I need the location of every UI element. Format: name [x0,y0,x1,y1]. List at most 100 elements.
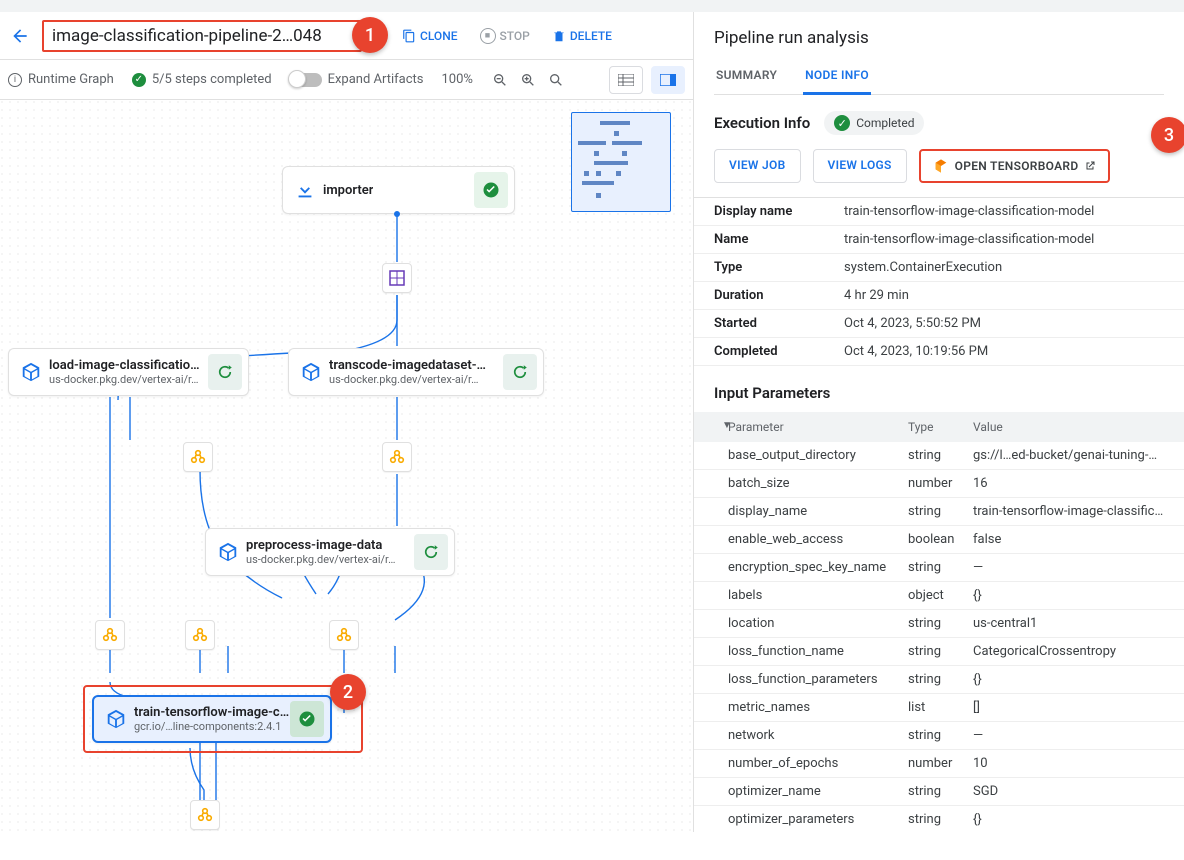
param-row: locationstringus-central1 [694,610,1184,638]
input-params-heading: Input Parameters [694,366,1184,412]
artifact-box[interactable] [382,442,412,472]
tensorboard-icon [933,158,949,174]
kv-value: Oct 4, 2023, 5:50:52 PM [844,316,1164,331]
tab-summary[interactable]: SUMMARY [714,58,779,94]
open-tensorboard-button[interactable]: OPEN TENSORBOARD [919,149,1111,183]
param-name: location [728,616,908,631]
param-name: enable_web_access [728,532,908,547]
artifact-icon [192,627,208,643]
node-sub: us-docker.pkg.dev/vertex-ai/r… [246,553,395,566]
artifact-box[interactable] [329,620,359,650]
annotation-3: 3 [1151,117,1184,153]
param-type: list [908,700,973,715]
param-name: optimizer_name [728,784,908,799]
kv-key: Type [714,260,844,275]
view-panel-button[interactable] [651,66,685,94]
node-title: transcode-imagedataset-… [329,358,486,373]
status-cached-icon [503,354,537,390]
param-name: encryption_spec_key_name [728,560,908,575]
param-name: metric_names [728,700,908,715]
execution-info-heading: Execution Info [714,114,810,132]
param-row: batch_sizenumber16 [694,470,1184,498]
param-name: batch_size [728,476,908,491]
annotation-2-box [83,685,363,753]
node-preprocess[interactable]: preprocess-image-dataus-docker.pkg.dev/v… [205,528,455,576]
param-value: us-central1 [973,616,1164,631]
view-job-button[interactable]: VIEW JOB [714,149,801,183]
annotation-1: 1 [352,17,388,53]
minimap[interactable] [571,112,671,212]
param-row: enable_web_accessbooleanfalse [694,526,1184,554]
annotation-2: 2 [330,674,366,710]
node-load[interactable]: load-image-classificatio…us-docker.pkg.d… [8,348,249,396]
node-title: importer [323,183,373,198]
artifact-box[interactable] [183,442,213,472]
delete-button[interactable]: DELETE [552,29,612,43]
param-name: display_name [728,504,908,519]
external-link-icon [1084,160,1096,172]
chevron-down-icon[interactable]: ▼ [722,420,732,431]
kv-key: Name [714,232,844,247]
artifact-box[interactable] [185,620,215,650]
param-value: — [973,728,1164,743]
view-logs-button[interactable]: VIEW LOGS [813,149,907,183]
kv-key: Completed [714,344,844,359]
param-type: number [908,476,973,491]
download-icon [291,176,319,204]
kv-row: StartedOct 4, 2023, 5:50:52 PM [694,310,1184,338]
param-name: loss_function_parameters [728,672,908,687]
kv-value: train-tensorflow-image-classification-mo… [844,204,1164,219]
param-type: string [908,616,973,631]
back-arrow-icon[interactable] [8,24,32,48]
cube-icon [297,358,325,386]
param-type: string [908,784,973,799]
param-name: number_of_epochs [728,756,908,771]
clone-button[interactable]: CLONE [402,29,458,43]
artifact-grid[interactable] [382,263,412,293]
node-sub: us-docker.pkg.dev/vertex-ai/r… [329,373,486,386]
param-name: optimizer_parameters [728,812,908,827]
param-value[interactable]: gs://l…ed-bucket/genai-tuning-exper… [973,448,1164,463]
param-value: — [973,560,1164,575]
param-value: train-tensorflow-image-classification-mo… [973,504,1164,519]
expand-artifacts-toggle[interactable]: Expand Artifacts [290,72,424,87]
toggle-icon [290,73,322,87]
param-type: string [908,560,973,575]
artifact-box[interactable] [190,800,220,830]
param-value: {} [973,812,1164,827]
artifact-icon [197,807,213,823]
toolbar: i Runtime Graph ✓ 5/5 steps completed Ex… [0,60,693,100]
grid-icon [389,270,405,286]
zoom-fit-icon[interactable] [547,71,565,89]
runtime-graph-label[interactable]: i Runtime Graph [8,72,114,87]
panel-icon [660,74,676,86]
tab-node-info[interactable]: NODE INFO [803,58,871,95]
node-transcode[interactable]: transcode-imagedataset-…us-docker.pkg.de… [288,348,544,396]
param-value: {} [973,588,1164,603]
zoom-in-icon[interactable] [519,71,537,89]
node-importer[interactable]: importer [282,166,515,214]
param-type: string [908,812,973,827]
param-type: string [908,504,973,519]
param-row: optimizer_parametersstring{} [694,806,1184,832]
param-value: 16 [973,476,1164,491]
topbar: image-classification-pipeline-2…048 1 CL… [0,12,693,60]
status-chip: ✓ Completed [824,111,924,135]
artifact-box[interactable] [95,620,125,650]
param-name: network [728,728,908,743]
param-row: metric_nameslist[] [694,694,1184,722]
zoom-out-icon[interactable] [491,71,509,89]
steps-completed: ✓ 5/5 steps completed [132,72,272,87]
trash-icon [552,29,566,43]
kv-row: Nametrain-tensorflow-image-classificatio… [694,226,1184,254]
view-table-button[interactable] [609,66,643,94]
param-value: CategoricalCrossentropy [973,644,1164,659]
kv-value: Oct 4, 2023, 10:19:56 PM [844,344,1164,359]
stop-icon: ■ [480,28,496,44]
pipeline-canvas[interactable]: importer load-image-classificatio…us-doc… [0,100,693,832]
param-row: labelsobject{} [694,582,1184,610]
param-type: number [908,756,973,771]
status-cached-icon [208,354,242,390]
param-type: string [908,448,973,463]
kv-key: Display name [714,204,844,219]
